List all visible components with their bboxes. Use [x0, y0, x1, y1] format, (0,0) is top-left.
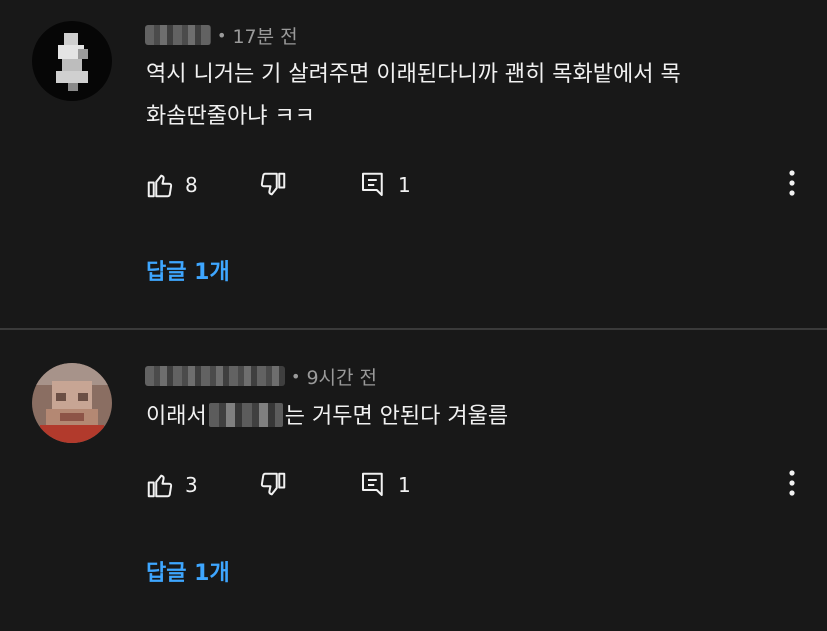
comment-text-line: 화솜딴줄아냐 ㅋㅋ — [146, 104, 315, 129]
avatar[interactable] — [32, 363, 112, 443]
thumbs-up-icon — [145, 470, 175, 500]
thumbs-up-icon — [145, 170, 175, 200]
reply-button[interactable]: 1 — [358, 165, 411, 205]
view-replies-link[interactable]: 답글 1개 — [146, 555, 230, 587]
comment-1: • 17분 전 역시 니거는 기 살려주면 이래된다니까 괜히 목화밭에서 목 … — [0, 0, 827, 330]
reply-count: 1 — [398, 173, 411, 197]
author-name-redacted[interactable] — [145, 366, 285, 386]
comment-text-part: 이래서 — [146, 404, 207, 429]
avatar-image — [32, 363, 112, 443]
like-count: 8 — [185, 173, 198, 197]
reply-button[interactable]: 1 — [358, 465, 411, 505]
author-name-redacted[interactable] — [145, 25, 211, 45]
comment-meta: • 9시간 전 — [145, 363, 377, 389]
thumbs-down-icon — [258, 170, 288, 200]
reply-icon — [358, 170, 388, 200]
comment-text-line: 역시 니거는 기 살려주면 이래된다니까 괜히 목화밭에서 목 — [146, 62, 681, 87]
comment-text-part: 는 거두면 안된다 겨울름 — [284, 404, 509, 429]
thumbs-down-icon — [258, 470, 288, 500]
dislike-button[interactable] — [258, 465, 288, 505]
comment-time[interactable]: 9시간 전 — [306, 363, 377, 390]
comment-meta: • 17분 전 — [145, 22, 298, 48]
comment-2: • 9시간 전 이래서 는 거두면 안된다 겨울름 3 1 답글 1개 — [0, 330, 827, 631]
like-button[interactable]: 3 — [145, 465, 198, 505]
reply-count: 1 — [398, 473, 411, 497]
meta-separator: • — [217, 25, 227, 45]
redacted-word — [208, 403, 283, 427]
avatar-image — [32, 21, 112, 101]
comment-text: 이래서 는 거두면 안된다 겨울름 — [146, 398, 508, 436]
view-replies-link[interactable]: 답글 1개 — [146, 254, 230, 286]
avatar[interactable] — [32, 21, 112, 101]
like-count: 3 — [185, 473, 198, 497]
dislike-button[interactable] — [258, 165, 288, 205]
more-vert-icon — [789, 170, 795, 200]
reply-icon — [358, 470, 388, 500]
more-options-button[interactable] — [782, 165, 802, 205]
meta-separator: • — [291, 366, 301, 386]
comment-time[interactable]: 17분 전 — [232, 22, 297, 49]
comment-text: 역시 니거는 기 살려주면 이래된다니까 괜히 목화밭에서 목 화솜딴줄아냐 ㅋ… — [146, 56, 681, 136]
like-button[interactable]: 8 — [145, 165, 198, 205]
more-vert-icon — [789, 470, 795, 500]
more-options-button[interactable] — [782, 465, 802, 505]
